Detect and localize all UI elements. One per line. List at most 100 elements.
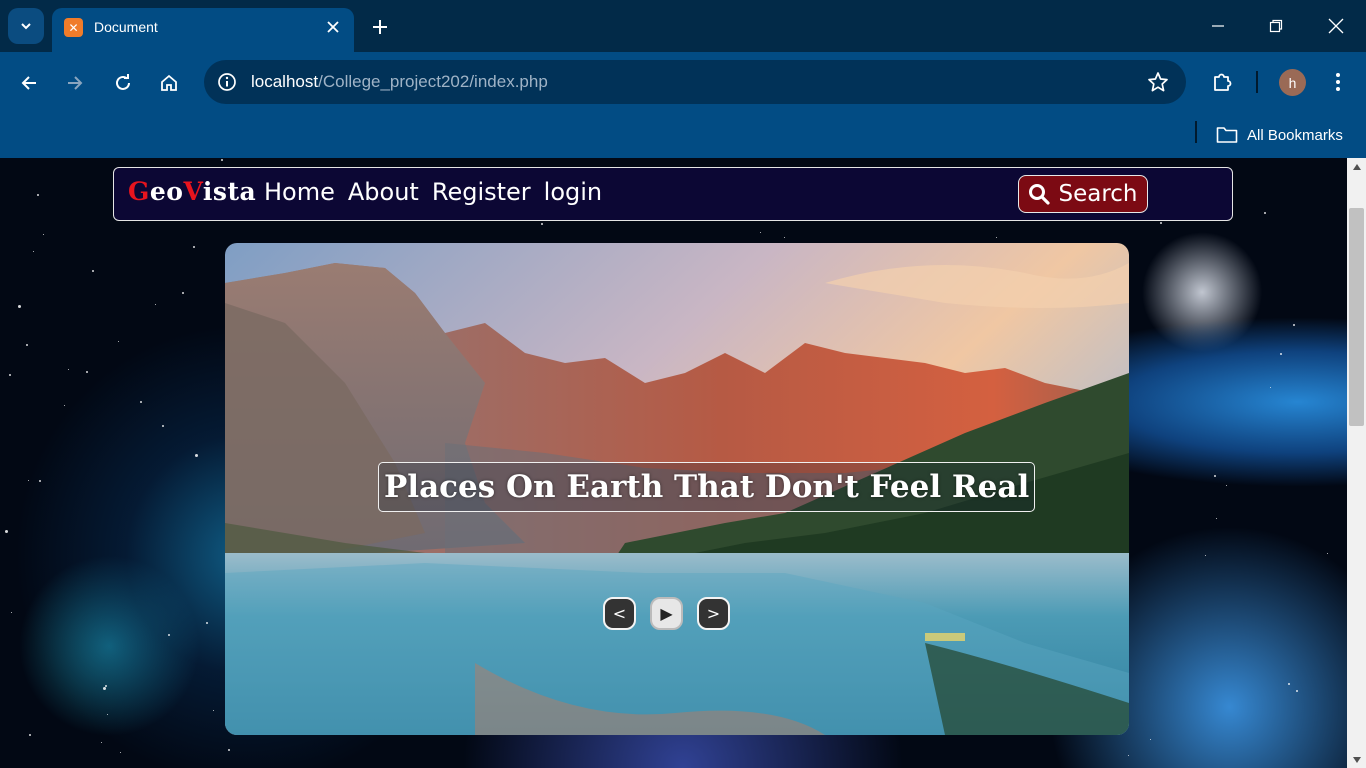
tab-close-button[interactable] — [322, 16, 344, 38]
browser-tab[interactable]: ✕ Document — [52, 8, 354, 52]
arrow-left-icon — [21, 76, 36, 90]
slider-controls: < ▶ > — [603, 597, 730, 630]
hero-caption: Places On Earth That Don't Feel Real — [378, 462, 1036, 512]
xampp-favicon-icon: ✕ — [64, 18, 83, 37]
triangle-down-icon — [1352, 756, 1361, 763]
new-tab-button[interactable] — [366, 13, 394, 41]
star-dot — [1279, 352, 1282, 355]
minimize-button[interactable] — [1204, 12, 1232, 40]
star-dot — [1127, 754, 1129, 756]
star-dot — [85, 371, 88, 374]
star-dot — [1225, 485, 1227, 487]
star-dot — [540, 223, 543, 226]
tab-strip: ✕ Document — [0, 0, 1366, 52]
site-navbar: GeoVista Home About Register login Searc… — [113, 167, 1233, 221]
search-button[interactable]: Search — [1018, 175, 1148, 213]
star-icon — [1148, 72, 1168, 92]
scroll-thumb[interactable] — [1349, 208, 1364, 426]
minimize-icon — [1212, 25, 1224, 27]
close-window-button[interactable] — [1322, 12, 1350, 40]
home-icon — [161, 74, 177, 91]
url-path: /College_project202/index.php — [318, 72, 548, 91]
url-host: localhost — [251, 72, 319, 91]
star-dot — [195, 454, 199, 458]
toolbar-separator — [1256, 71, 1258, 93]
browser-menu-button[interactable] — [1326, 68, 1350, 96]
star-dot — [1287, 682, 1290, 685]
star-dot — [1214, 474, 1217, 477]
close-icon — [1328, 18, 1344, 34]
all-bookmarks-label: All Bookmarks — [1247, 126, 1343, 144]
url-text: localhost/College_project202/index.php — [251, 72, 548, 92]
plus-icon — [373, 20, 387, 34]
nav-link-login[interactable]: login — [544, 178, 602, 206]
star-dot — [182, 292, 185, 295]
bookmark-star-button[interactable] — [1146, 70, 1170, 94]
slider-next-button[interactable]: > — [697, 597, 730, 630]
slider-prev-button[interactable]: < — [603, 597, 636, 630]
star-dot — [1263, 211, 1266, 214]
address-bar[interactable]: localhost/College_project202/index.php — [204, 60, 1186, 104]
bookmarks-bar: All Bookmarks — [0, 114, 1366, 158]
star-dot — [106, 713, 108, 715]
star-dot — [220, 158, 223, 161]
chevron-down-icon — [21, 23, 31, 30]
site-info-button[interactable] — [216, 71, 238, 93]
tab-title: Document — [94, 19, 158, 35]
page-scrollbar[interactable] — [1347, 158, 1366, 768]
scroll-down-button[interactable] — [1347, 751, 1366, 768]
home-button[interactable] — [152, 66, 186, 100]
nav-link-register[interactable]: Register — [432, 178, 531, 206]
star-dot — [101, 741, 103, 743]
restore-icon — [1269, 19, 1283, 33]
site-logo[interactable]: GeoVista — [128, 177, 256, 206]
star-dot — [11, 611, 13, 613]
logo-text-ista: ista — [202, 177, 257, 206]
star-dot — [213, 710, 215, 712]
star-dot — [103, 686, 107, 690]
reload-icon — [116, 74, 130, 90]
star-dot — [36, 194, 39, 197]
back-button[interactable] — [12, 66, 46, 100]
star-dot — [1270, 387, 1272, 389]
star-dot — [91, 269, 94, 272]
star-dot — [161, 424, 164, 427]
nav-link-home[interactable]: Home — [264, 178, 335, 206]
star-dot — [167, 633, 170, 636]
star-dot — [192, 246, 195, 249]
bookmarks-separator — [1195, 121, 1197, 143]
star-dot — [784, 237, 786, 239]
forward-button[interactable] — [58, 66, 92, 100]
scroll-up-button[interactable] — [1347, 158, 1366, 175]
restore-button[interactable] — [1262, 12, 1290, 40]
star-dot — [1216, 517, 1218, 519]
profile-avatar[interactable]: h — [1279, 69, 1306, 96]
star-dot — [1292, 323, 1295, 326]
extensions-button[interactable] — [1208, 68, 1236, 96]
tab-search-button[interactable] — [8, 8, 44, 44]
nav-links: Home About Register login — [264, 178, 602, 206]
star-dot — [1327, 553, 1329, 555]
all-bookmarks-button[interactable]: All Bookmarks — [1216, 120, 1343, 150]
reload-button[interactable] — [106, 66, 140, 100]
star-dot — [1204, 555, 1206, 557]
hero-slider: Places On Earth That Don't Feel Real < ▶… — [225, 243, 1129, 735]
slider-play-button[interactable]: ▶ — [650, 597, 683, 630]
star-dot — [119, 752, 121, 754]
star-dot — [38, 480, 41, 483]
star-dot — [18, 305, 21, 309]
star-dot — [1150, 739, 1152, 741]
logo-letter-g: G — [128, 177, 150, 206]
page-viewport: GeoVista Home About Register login Searc… — [0, 158, 1366, 768]
star-dot — [25, 343, 28, 346]
star-dot — [118, 341, 120, 343]
close-icon — [327, 21, 339, 33]
star-dot — [4, 529, 8, 533]
star-dot — [28, 480, 30, 482]
star-dot — [154, 304, 156, 306]
triangle-up-icon — [1352, 163, 1361, 170]
puzzle-icon — [1214, 73, 1232, 91]
nav-link-about[interactable]: About — [348, 178, 419, 206]
star-dot — [995, 237, 997, 239]
more-vertical-icon — [1336, 73, 1340, 91]
